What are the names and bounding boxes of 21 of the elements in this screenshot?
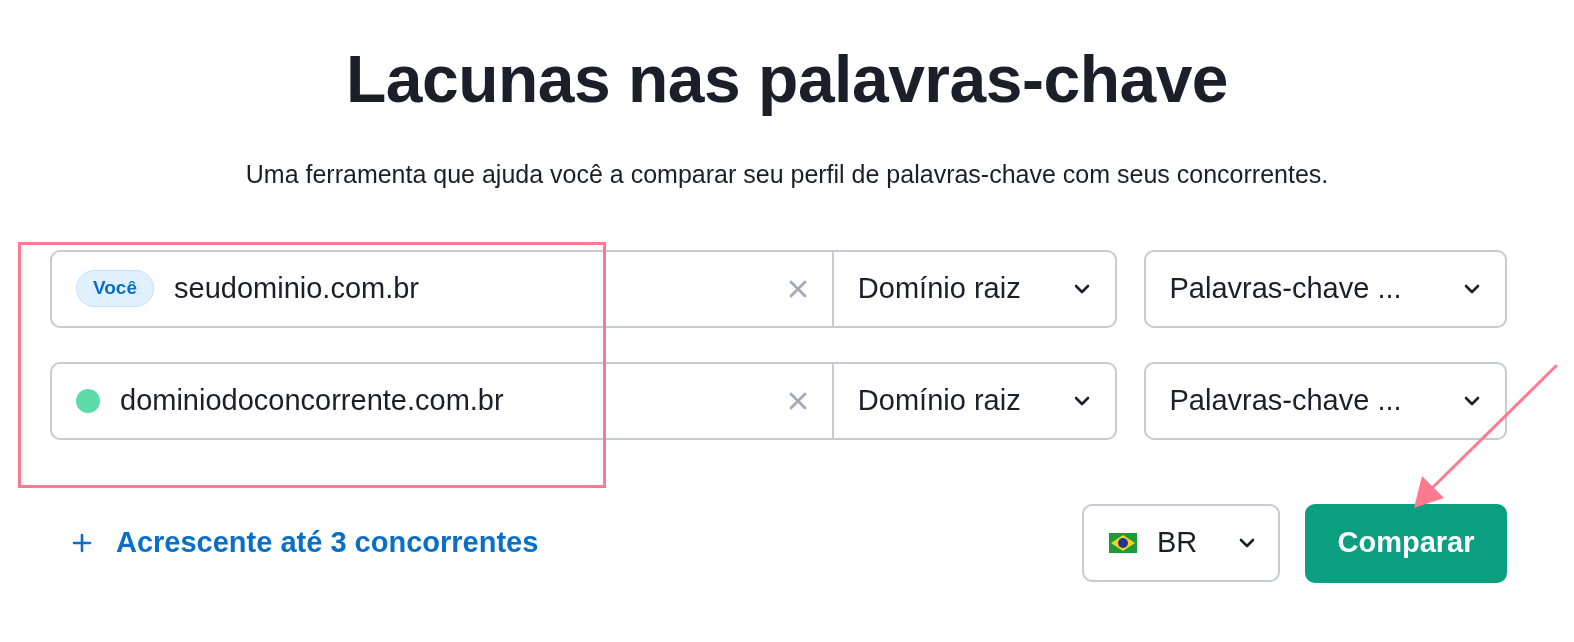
- page-subtitle: Uma ferramenta que ajuda você a comparar seu perfil de palavras-chave com seus concorrentes.: [245, 159, 1329, 190]
- country-select[interactable]: BR: [1082, 504, 1280, 582]
- domain-value: seudominio.com.br: [174, 270, 419, 306]
- chevron-down-icon: [1238, 537, 1256, 549]
- scope-select[interactable]: Domínio raiz: [833, 249, 1117, 328]
- plus-icon: [72, 533, 92, 553]
- chevron-down-icon: [1072, 282, 1091, 295]
- domain-field[interactable]: dominiodoconcorrente.com.br: [50, 361, 834, 440]
- scope-select[interactable]: Domínio raiz: [833, 361, 1117, 440]
- chevron-down-icon: [1072, 394, 1091, 407]
- keyword-type-select[interactable]: Palavras-chave ...: [1143, 249, 1507, 328]
- brazil-flag-icon: [1109, 533, 1137, 553]
- you-badge: Você: [76, 270, 154, 307]
- domain-field[interactable]: Você seudominio.com.br: [50, 249, 834, 328]
- clear-icon[interactable]: [787, 390, 808, 411]
- keyword-type-select[interactable]: Palavras-chave ...: [1143, 361, 1507, 440]
- clear-icon[interactable]: [787, 278, 808, 299]
- chevron-down-icon: [1463, 282, 1481, 295]
- domain-value: dominiodoconcorrente.com.br: [120, 382, 504, 418]
- chevron-down-icon: [1463, 394, 1481, 407]
- add-competitors-link[interactable]: Acrescente até 3 concorrentes: [50, 521, 539, 565]
